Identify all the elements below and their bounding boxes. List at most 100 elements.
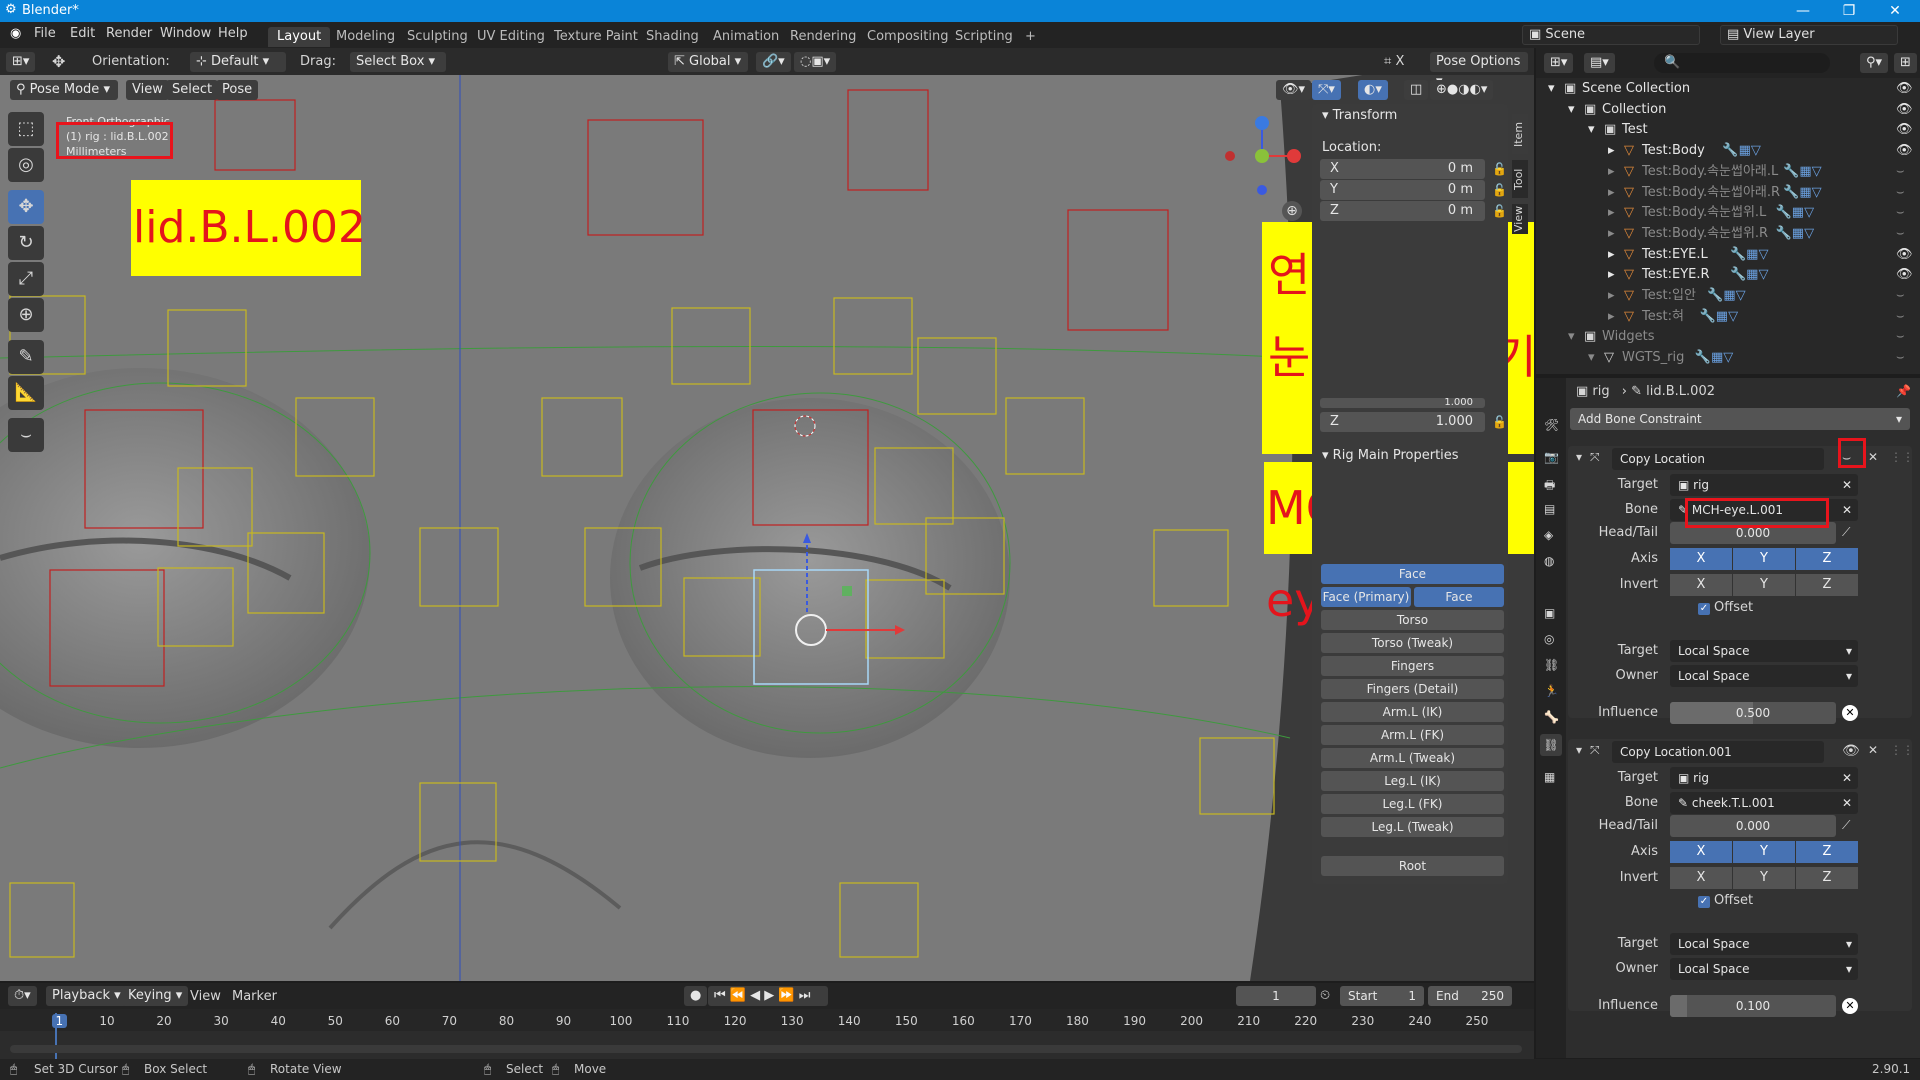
clear-icon[interactable]: ✕ xyxy=(1842,792,1852,814)
disclosure-triangle-icon[interactable]: ▸ xyxy=(1608,285,1615,306)
bone-constraints-tab-icon[interactable]: ⛓ xyxy=(1540,734,1562,756)
menu-window[interactable]: Window xyxy=(160,26,211,41)
filter-icon[interactable]: ⚲▾ xyxy=(1860,53,1889,73)
disclosure-triangle-icon[interactable]: ▸ xyxy=(1608,244,1615,265)
rig-layer-fingers-detail[interactable]: Fingers (Detail) xyxy=(1321,679,1504,699)
eye-icon[interactable]: 👁 xyxy=(1896,119,1913,140)
rig-layer-leg-l-tweak[interactable]: Leg.L (Tweak) xyxy=(1321,817,1504,837)
transform-panel-header[interactable]: ▾ Transform xyxy=(1322,108,1397,123)
tab-shading[interactable]: Shading xyxy=(637,27,708,47)
clear-icon[interactable]: ✕ xyxy=(1842,767,1852,789)
tab-modeling[interactable]: Modeling xyxy=(327,27,404,47)
editor-type-icon[interactable]: ⏱▾ xyxy=(8,986,37,1006)
data-tab-icon[interactable]: 🏃 xyxy=(1544,684,1559,698)
axis-toggle-x[interactable]: X xyxy=(1670,841,1732,863)
eye-icon[interactable]: 👁 xyxy=(1896,78,1913,99)
tab-compositing[interactable]: Compositing xyxy=(858,27,958,47)
eye-icon[interactable]: 👁 xyxy=(1842,743,1860,759)
disclosure-triangle-icon[interactable]: ▸ xyxy=(1608,182,1615,203)
axis-toggle-y[interactable]: Y xyxy=(1733,548,1795,570)
drag-handle-icon[interactable]: ⋮⋮ xyxy=(1890,450,1914,464)
rig-layer-torso-tweak[interactable]: Torso (Tweak) xyxy=(1321,633,1504,653)
rig-layer-root[interactable]: Root xyxy=(1321,856,1504,876)
tab-item[interactable]: Item xyxy=(1512,114,1528,154)
blender-menu-icon[interactable]: ◉ xyxy=(10,26,21,41)
menu-playback[interactable]: Playback ▾ xyxy=(46,986,127,1006)
drag-handle-icon[interactable]: ⋮⋮ xyxy=(1890,743,1914,757)
head-tail-slider[interactable]: 0.000 xyxy=(1670,815,1836,837)
outliner-row[interactable]: ▸ ▽ Test:Body.속눈썹아래.L 🔧▦▽ ⌣ xyxy=(1536,161,1920,182)
eye-closed-icon[interactable]: ⌣ xyxy=(1896,161,1905,182)
timeline-scrollbar[interactable] xyxy=(10,1045,1522,1053)
invert-toggle-y[interactable]: Y xyxy=(1733,574,1795,596)
outliner-row[interactable]: ▸ ▽ Test:Body 🔧▦▽ 👁 xyxy=(1536,140,1920,161)
proportional-editing-icon[interactable]: ◌▣▾ xyxy=(794,52,837,72)
tab-view[interactable]: View xyxy=(1512,204,1528,234)
scale-tool[interactable]: ⤢ xyxy=(8,262,44,296)
x-mirror-icon[interactable]: ⌗ X xyxy=(1384,54,1404,69)
minimize-button[interactable]: — xyxy=(1780,0,1826,22)
disclosure-triangle-icon[interactable]: ▸ xyxy=(1608,202,1615,223)
xray-icon[interactable]: ◫ xyxy=(1404,80,1429,100)
constraints-tab-icon[interactable]: ⛓ xyxy=(1544,658,1559,672)
menu-file[interactable]: File xyxy=(34,26,56,41)
add-bone-constraint-dropdown[interactable]: Add Bone Constraint ▾ xyxy=(1570,408,1910,430)
outliner-row[interactable]: ▸ ▽ Test:혀 🔧▦▽ ⌣ xyxy=(1536,306,1920,327)
tab-rendering[interactable]: Rendering xyxy=(781,27,865,47)
axis-toggle-z[interactable]: Z xyxy=(1796,841,1858,863)
menu-keying[interactable]: Keying ▾ xyxy=(122,986,189,1006)
location-x-field[interactable]: X0 m xyxy=(1320,159,1485,179)
tab-texture-paint[interactable]: Texture Paint xyxy=(545,27,647,47)
menu-marker[interactable]: Marker xyxy=(232,989,277,1004)
start-frame-field[interactable]: Start 1 xyxy=(1340,986,1424,1006)
rig-layer-arm-l-ik[interactable]: Arm.L (IK) xyxy=(1321,702,1504,722)
disable-keep-transform-icon[interactable]: ✕ xyxy=(1842,998,1858,1014)
menu-select[interactable]: Select xyxy=(166,80,219,100)
shading-modes-icon[interactable]: ⊕●◑◐▾ xyxy=(1430,80,1494,100)
delete-constraint-icon[interactable]: ✕ xyxy=(1868,450,1878,464)
outliner-row[interactable]: ▾ ▣ Widgets ⌣ xyxy=(1536,326,1920,347)
select-box-tool[interactable]: ⬚ xyxy=(8,112,44,146)
transform-orientation-dropdown[interactable]: ⇱ Global ▾ xyxy=(668,52,748,72)
add-workspace-icon[interactable]: + xyxy=(1016,27,1045,47)
eye-closed-icon[interactable]: ⌣ xyxy=(1896,202,1905,223)
menu-pose[interactable]: Pose xyxy=(216,80,259,100)
owner-space-dropdown[interactable]: Local Space ▾ xyxy=(1670,665,1858,687)
visibility-icon[interactable]: 👁▾ xyxy=(1276,80,1312,100)
3d-viewport[interactable]: ⬚ ◎ ✥ ↻ ⤢ ⊕ ✎ 📐 ⌣ ⊕ Front Orthographic (… xyxy=(0,48,1534,981)
scene-selector[interactable]: ▣ Scene xyxy=(1522,25,1700,45)
close-window-button[interactable]: ✕ xyxy=(1872,0,1918,22)
new-collection-icon[interactable]: ⊞ xyxy=(1894,53,1917,73)
tab-tool[interactable]: Tool xyxy=(1512,160,1528,198)
influence-slider[interactable]: 0.500 xyxy=(1670,702,1836,724)
mode-dropdown[interactable]: ⚲ Pose Mode ▾ xyxy=(10,80,118,100)
outliner-row[interactable]: ▸ ▽ Test:EYE.L 🔧▦▽ 👁 xyxy=(1536,244,1920,265)
outliner-row[interactable]: ▾ ▣ Collection 👁 xyxy=(1536,99,1920,120)
rig-layer-leg-l-fk[interactable]: Leg.L (FK) xyxy=(1321,794,1504,814)
world-tab-icon[interactable]: ◍ xyxy=(1544,554,1554,568)
gizmo-icon[interactable]: ⤧▾ xyxy=(1312,80,1341,100)
influence-slider[interactable]: 0.100 xyxy=(1670,995,1836,1017)
end-frame-field[interactable]: End 250 xyxy=(1428,986,1512,1006)
eye-closed-icon[interactable]: ⌣ xyxy=(1896,285,1905,306)
eye-icon[interactable]: 👁 xyxy=(1896,99,1913,120)
outliner-row[interactable]: ▸ ▽ Test:Body.속눈썹위.R 🔧▦▽ ⌣ xyxy=(1536,223,1920,244)
rig-main-properties-header[interactable]: ▾ Rig Main Properties xyxy=(1322,448,1459,463)
rig-layer-face[interactable]: Face xyxy=(1321,564,1504,584)
disclosure-triangle-icon[interactable]: ▸ xyxy=(1608,161,1615,182)
owner-space-dropdown[interactable]: Local Space ▾ xyxy=(1670,958,1858,980)
overlay-icon[interactable]: ◐▾ xyxy=(1358,80,1388,100)
cursor-tool[interactable]: ◎ xyxy=(8,148,44,182)
bbone-icon[interactable]: ⟋ xyxy=(1842,525,1850,540)
location-z-field[interactable]: Z0 m xyxy=(1320,201,1485,221)
eye-icon[interactable]: 👁 xyxy=(1896,244,1913,265)
rig-layer-fingers[interactable]: Fingers xyxy=(1321,656,1504,676)
eye-closed-icon[interactable]: ⌣ xyxy=(1896,347,1905,368)
lock-icon[interactable]: 🔓 xyxy=(1492,162,1507,176)
pose-options-dropdown[interactable]: Pose Options ▾ xyxy=(1430,52,1528,89)
tab-layout[interactable]: Layout xyxy=(268,27,331,47)
offset-checkbox[interactable]: ✓ xyxy=(1698,603,1710,615)
output-tab-icon[interactable]: 🖶 xyxy=(1544,476,1555,497)
render-tab-icon[interactable]: 📷 xyxy=(1544,450,1559,464)
invert-toggle-x[interactable]: X xyxy=(1670,574,1732,596)
